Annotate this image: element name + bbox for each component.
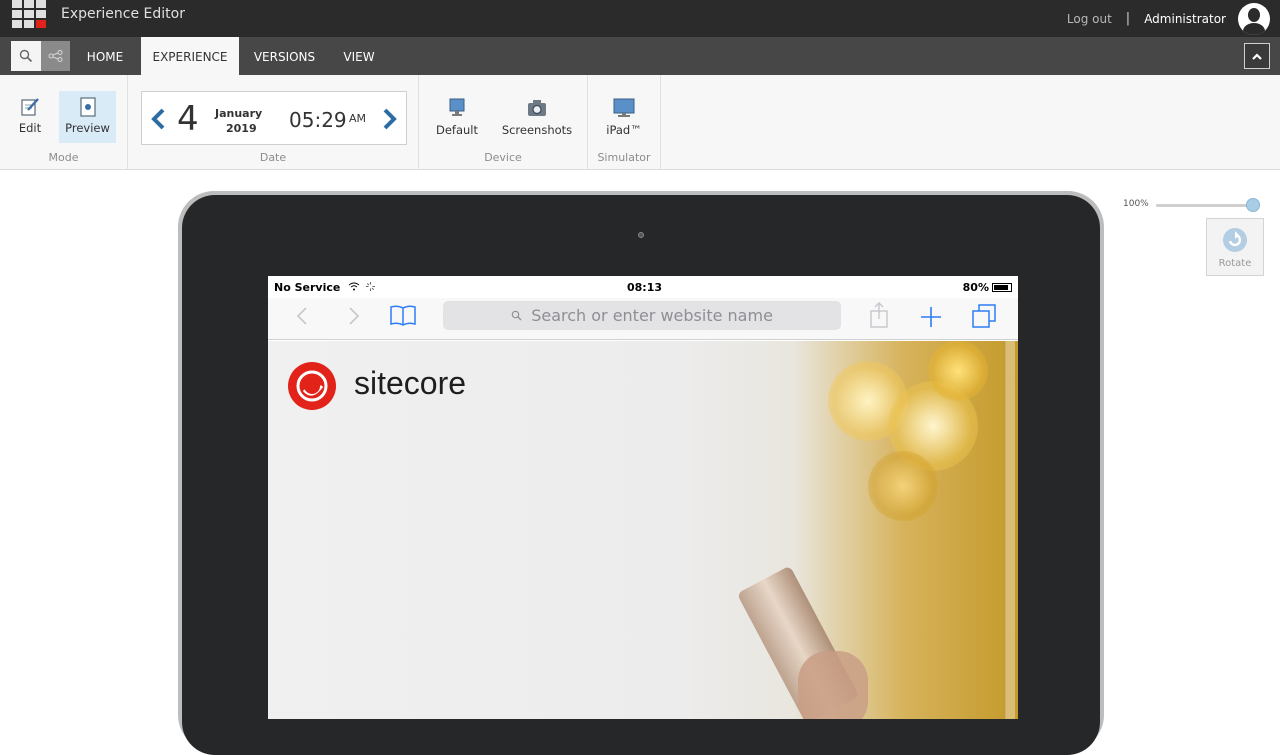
device-group-label: Device [484, 151, 522, 164]
ipad-camera [638, 232, 644, 238]
bokeh-light [928, 341, 988, 401]
user-area: Log out | Administrator [1067, 0, 1280, 37]
sitecore-logo-text: sitecore [354, 365, 467, 401]
edit-icon [21, 98, 39, 116]
collapse-ribbon-button[interactable] [1244, 43, 1270, 69]
battery-status: 80% [963, 281, 1012, 294]
url-bar[interactable]: Search or enter website name [443, 301, 841, 330]
screenshots-button[interactable]: Screenshots [499, 91, 575, 137]
hand-image [798, 651, 868, 719]
page-scrollbar[interactable] [1005, 341, 1015, 719]
user-name[interactable]: Administrator [1144, 12, 1226, 26]
sitecore-logo-icon [288, 362, 336, 410]
date-day: 4 [177, 99, 199, 139]
share-icon [48, 50, 62, 62]
chevron-up-icon [1252, 53, 1262, 60]
ribbon-tab-bar: HOME EXPERIENCE VERSIONS VIEW [0, 37, 1280, 75]
date-month: January [215, 107, 263, 120]
ipad-monitor-icon [613, 98, 635, 117]
tab-versions[interactable]: VERSIONS [243, 37, 326, 75]
screenshots-label: Screenshots [501, 123, 573, 137]
avatar[interactable] [1238, 2, 1270, 35]
activity-spinner-icon [366, 282, 376, 291]
forward-icon[interactable] [348, 306, 360, 326]
separator: | [1125, 11, 1131, 26]
ipad-label: iPad™ [606, 123, 642, 137]
camera-icon [528, 100, 546, 116]
wifi-icon [348, 282, 360, 291]
webpage-content: sitecore [268, 341, 1018, 719]
simulator-group: iPad™ Simulator [588, 75, 661, 170]
back-icon[interactable] [296, 306, 308, 326]
app-title: Experience Editor [61, 6, 185, 22]
rotate-label: Rotate [1218, 258, 1252, 269]
monitor-icon [449, 98, 465, 116]
rotate-button[interactable]: Rotate [1206, 218, 1264, 276]
tabs-icon[interactable] [971, 303, 997, 329]
zoom-level: 100% [1123, 199, 1149, 209]
search-icon [511, 310, 522, 321]
mode-group-label: Mode [48, 151, 79, 164]
edit-label: Edit [18, 121, 42, 135]
mode-group: Edit Preview Mode [0, 75, 128, 170]
preview-label: Preview [65, 121, 110, 135]
carrier-status: No Service [274, 281, 376, 294]
tab-experience[interactable]: EXPERIENCE [141, 37, 239, 75]
default-device-button[interactable]: Default [431, 91, 483, 137]
edit-button[interactable]: Edit [10, 91, 50, 143]
date-year: 2019 [226, 122, 257, 135]
battery-percent: 80% [962, 281, 989, 294]
bokeh-light [868, 451, 938, 521]
tab-home[interactable]: HOME [72, 37, 138, 75]
preview-button[interactable]: Preview [59, 91, 116, 143]
carrier-text: No Service [274, 281, 341, 294]
top-bar: Experience Editor Log out | Administrato… [0, 0, 1280, 37]
url-placeholder: Search or enter website name [531, 306, 773, 325]
chevron-left-icon[interactable] [150, 107, 166, 131]
device-time: 08:13 [627, 281, 663, 294]
ribbon: Edit Preview Mode 4 January 2019 05:29 A… [0, 75, 1280, 170]
zoom-slider[interactable] [1156, 204, 1260, 207]
browser-toolbar: Search or enter website name [268, 298, 1018, 340]
preview-icon [79, 97, 96, 117]
add-icon[interactable] [920, 306, 942, 328]
bookmarks-icon[interactable] [389, 303, 417, 327]
tab-view[interactable]: VIEW [330, 37, 388, 75]
date-ampm: AM [349, 112, 367, 125]
date-picker[interactable]: 4 January 2019 05:29 AM [141, 91, 407, 145]
search-icon [19, 49, 33, 63]
zoom-slider-handle[interactable] [1246, 198, 1260, 212]
search-button[interactable] [11, 41, 41, 71]
battery-icon [992, 283, 1012, 292]
simulator-group-label: Simulator [597, 151, 651, 164]
ipad-simulator-button[interactable]: iPad™ [598, 91, 650, 137]
logout-link[interactable]: Log out [1067, 12, 1112, 26]
date-time: 05:29 [289, 108, 347, 132]
default-device-label: Default [435, 123, 479, 137]
share-button[interactable] [41, 41, 70, 71]
device-group: Default Screenshots Device [419, 75, 588, 170]
ipad-screen: No Service 08:13 80% Search or enter web… [268, 276, 1018, 719]
date-group-label: Date [259, 151, 287, 164]
date-group: 4 January 2019 05:29 AM Date [128, 75, 419, 170]
chevron-right-icon[interactable] [382, 107, 398, 131]
share-icon[interactable] [868, 301, 890, 329]
rotate-icon [1223, 228, 1247, 252]
app-launcher-icon[interactable] [12, 0, 46, 28]
device-status-bar: No Service 08:13 80% [268, 276, 1018, 298]
